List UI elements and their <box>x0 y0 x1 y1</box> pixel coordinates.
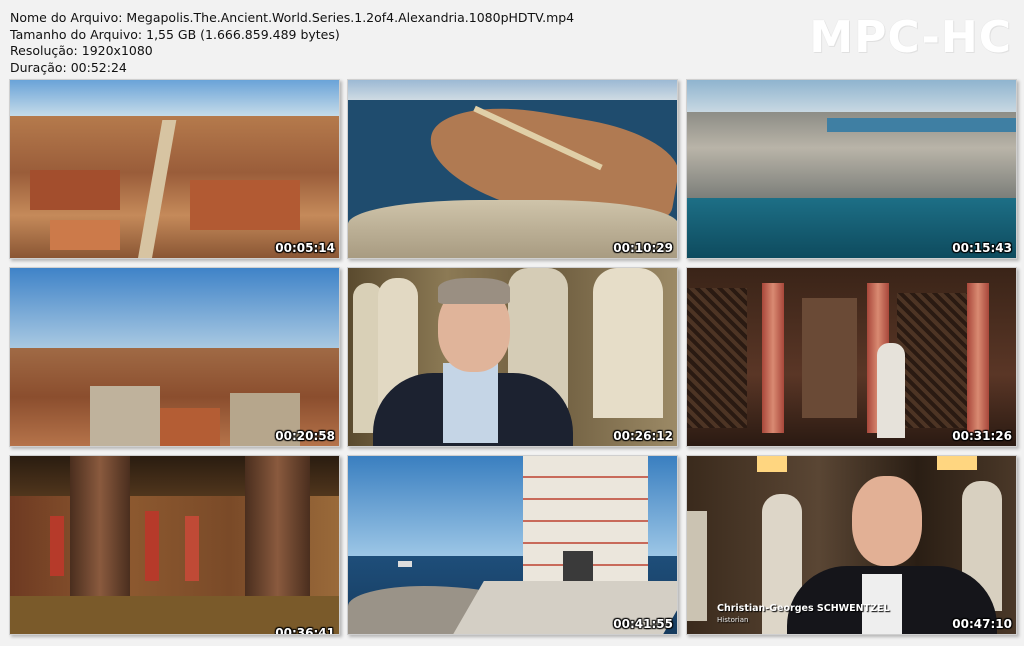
timestamp-3: 00:15:43 <box>952 241 1012 255</box>
duration-line: Duração: 00:52:24 <box>10 59 127 75</box>
mpc-hc-logo: MPC-HC <box>809 12 1012 63</box>
thumbnail-5: 00:26:12 <box>347 267 678 447</box>
thumbnail-9: Christian-Georges SCHWENTZEL Historian 0… <box>686 455 1017 635</box>
filesize-line: Tamanho do Arquivo: 1,55 GB (1.666.859.4… <box>10 26 340 42</box>
thumbnail-6: 00:31:26 <box>686 267 1017 447</box>
thumbnail-grid: 00:05:14 00:10:29 00:15:43 00:20:58 00:2… <box>9 79 1017 637</box>
filename-line: Nome do Arquivo: Megapolis.The.Ancient.W… <box>10 10 575 25</box>
interviewee-title-caption: Historian <box>717 616 749 624</box>
timestamp-5: 00:26:12 <box>613 429 673 443</box>
resolution-line: Resolução: 1920x1080 <box>10 43 153 58</box>
timestamp-7: 00:36:41 <box>275 626 335 635</box>
timestamp-8: 00:41:55 <box>613 617 673 631</box>
timestamp-6: 00:31:26 <box>952 429 1012 443</box>
thumbnail-7: 00:36:41 <box>9 455 340 635</box>
thumbnail-3: 00:15:43 <box>686 79 1017 259</box>
timestamp-1: 00:05:14 <box>275 241 335 255</box>
thumbnail-1: 00:05:14 <box>9 79 340 259</box>
contact-sheet: Nome do Arquivo: Megapolis.The.Ancient.W… <box>0 0 1024 646</box>
file-info-block: Nome do Arquivo: Megapolis.The.Ancient.W… <box>10 10 574 76</box>
thumbnail-8: 00:41:55 <box>347 455 678 635</box>
thumbnail-4: 00:20:58 <box>9 267 340 447</box>
timestamp-9: 00:47:10 <box>952 617 1012 631</box>
thumbnail-2: 00:10:29 <box>347 79 678 259</box>
timestamp-4: 00:20:58 <box>275 429 335 443</box>
timestamp-2: 00:10:29 <box>613 241 673 255</box>
interviewee-name-caption: Christian-Georges SCHWENTZEL <box>717 603 890 614</box>
